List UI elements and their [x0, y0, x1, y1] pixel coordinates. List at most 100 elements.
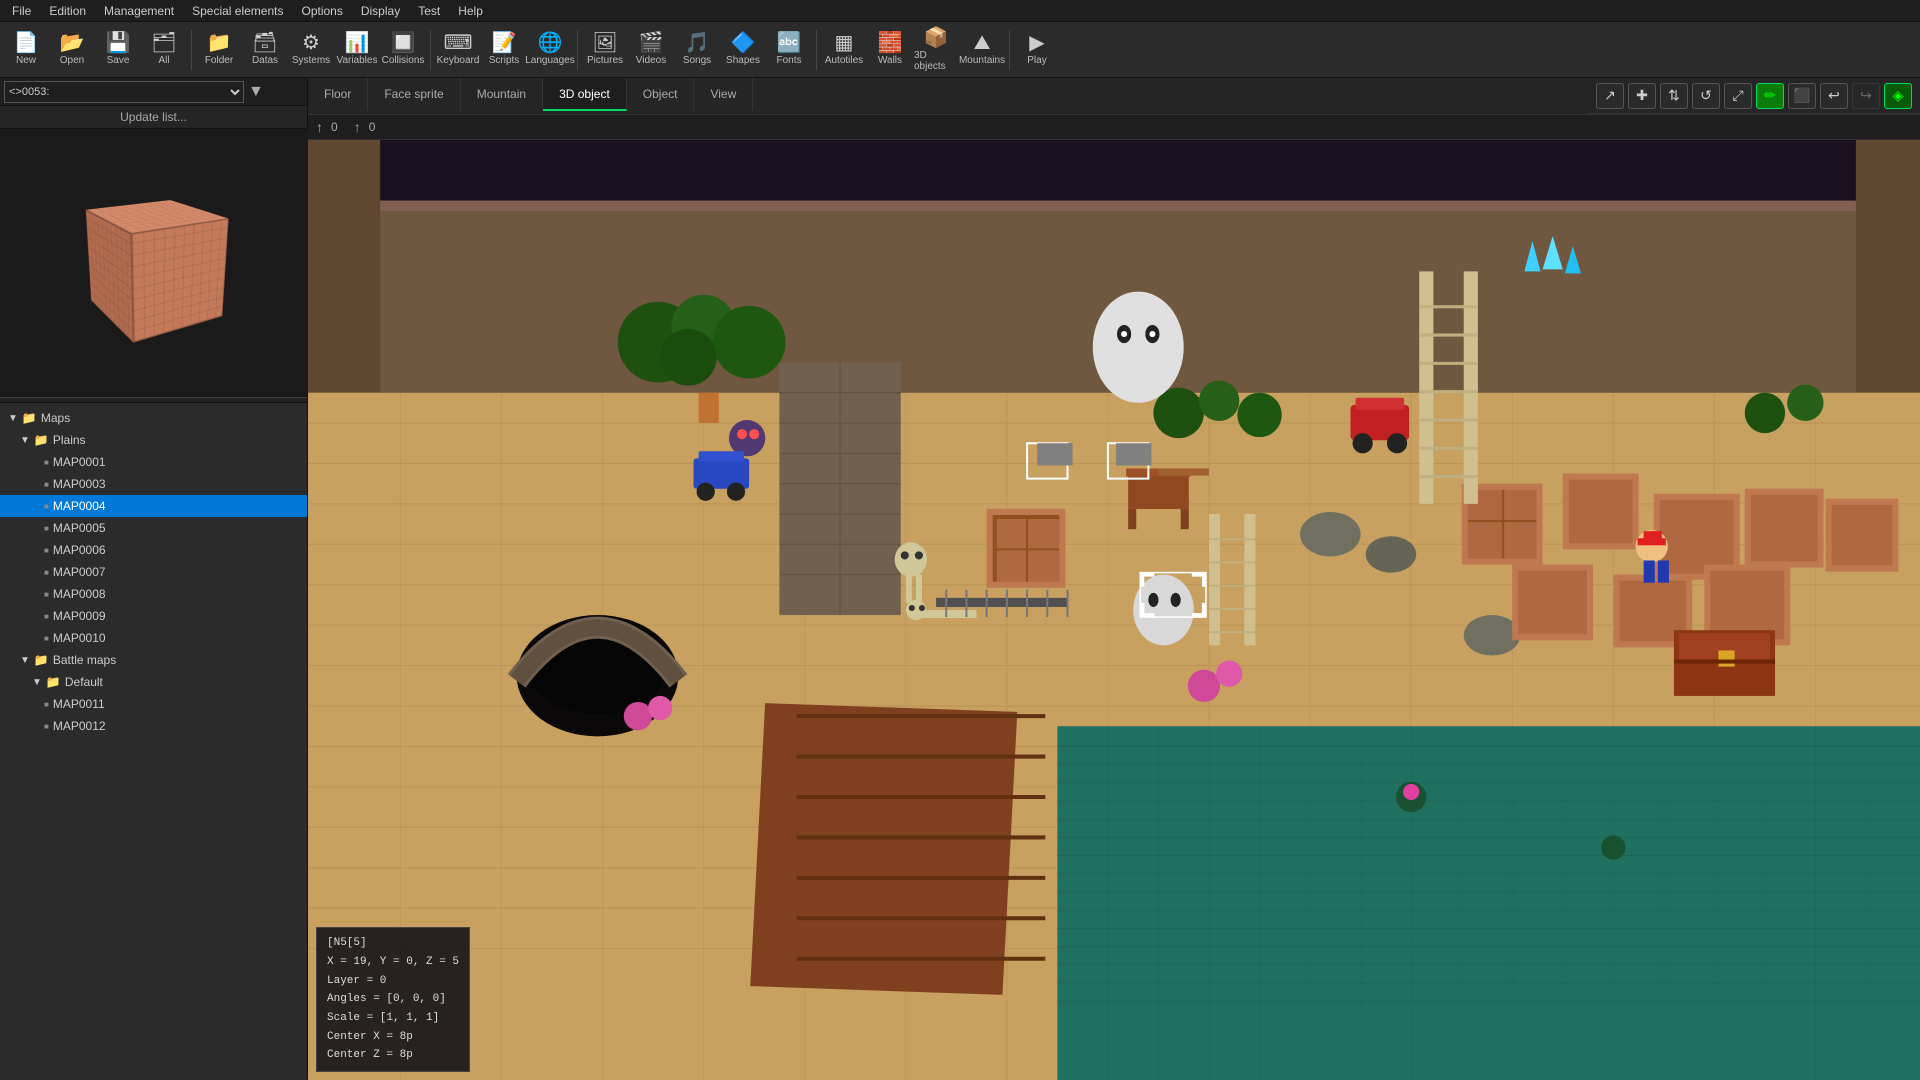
- tree-group-default[interactable]: ▼ 📁 Default: [0, 671, 307, 693]
- tree-item-map0010[interactable]: ■ MAP0010: [0, 627, 307, 649]
- tree-item-map0008[interactable]: ■ MAP0008: [0, 583, 307, 605]
- battle-folder-icon: 📁: [34, 653, 49, 667]
- sep2: [430, 30, 431, 70]
- tab-face-sprite[interactable]: Face sprite: [368, 78, 460, 110]
- autotiles-button[interactable]: ▦ Autotiles: [822, 25, 866, 75]
- all-label: All: [158, 55, 169, 66]
- tree-root-maps[interactable]: ▼ 📁 Maps: [0, 407, 307, 429]
- walls-button[interactable]: 🧱 Walls: [868, 25, 912, 75]
- map-icon-0012: ■: [44, 722, 49, 731]
- map-selector-bar: <>0053: ▼: [0, 78, 307, 106]
- map-dropdown-arrow[interactable]: ▼: [248, 83, 264, 101]
- coord-arrow-x: ↑: [316, 119, 323, 135]
- tree-group-battle[interactable]: ▼ 📁 Battle maps: [0, 649, 307, 671]
- tree-item-map0009[interactable]: ■ MAP0009: [0, 605, 307, 627]
- datas-button[interactable]: 🗃 Datas: [243, 25, 287, 75]
- draw-tool-button[interactable]: ✏: [1756, 83, 1784, 109]
- pictures-button[interactable]: 🖼 Pictures: [583, 25, 627, 75]
- new-label: New: [16, 55, 36, 66]
- cursor-tool-button[interactable]: ↗: [1596, 83, 1624, 109]
- update-list-button[interactable]: Update list...: [0, 106, 307, 129]
- fonts-label: Fonts: [776, 55, 801, 66]
- add-tool-button[interactable]: ✚: [1628, 83, 1656, 109]
- new-button[interactable]: 📄 New: [4, 25, 48, 75]
- coord-y-value: 0: [369, 120, 376, 134]
- map-viewport[interactable]: [N5[5] X = 19, Y = 0, Z = 5 Layer = 0 An…: [308, 140, 1920, 1080]
- open-icon: 📂: [60, 33, 85, 53]
- menu-edition[interactable]: Edition: [41, 2, 94, 20]
- keyboard-button[interactable]: ⌨ Keyboard: [436, 25, 480, 75]
- tab-mountain[interactable]: Mountain: [461, 78, 543, 110]
- map-icon-0011: ■: [44, 700, 49, 709]
- play-button[interactable]: ▶ Play: [1015, 25, 1059, 75]
- all-button[interactable]: 🗂 All: [142, 25, 186, 75]
- undo-button[interactable]: ↩: [1820, 83, 1848, 109]
- status-line5: Scale = [1, 1, 1]: [327, 1009, 459, 1028]
- save-button[interactable]: 💾 Save: [96, 25, 140, 75]
- autotiles-label: Autotiles: [825, 55, 863, 66]
- menu-options[interactable]: Options: [293, 2, 350, 20]
- right-panel: Floor Face sprite Mountain 3D object Obj…: [308, 78, 1920, 1080]
- left-panel: <>0053: ▼ Update list...: [0, 78, 308, 1080]
- tree-item-map0001[interactable]: ■ MAP0001: [0, 451, 307, 473]
- fonts-button[interactable]: 🔤 Fonts: [767, 25, 811, 75]
- 3dobjects-button[interactable]: 📦 3D objects: [914, 25, 958, 75]
- tree-item-map0003[interactable]: ■ MAP0003: [0, 473, 307, 495]
- songs-button[interactable]: 🎵 Songs: [675, 25, 719, 75]
- map0009-label: MAP0009: [53, 609, 106, 623]
- status-overlay: [N5[5] X = 19, Y = 0, Z = 5 Layer = 0 An…: [316, 927, 470, 1072]
- scale-tool-button[interactable]: ⤢: [1724, 83, 1752, 109]
- tab-object[interactable]: Object: [627, 78, 695, 110]
- tree-group-plains[interactable]: ▼ 📁 Plains: [0, 429, 307, 451]
- map-icon-0008: ■: [44, 590, 49, 599]
- redo-icon: ↪: [1860, 87, 1872, 104]
- map-scene-svg: [308, 140, 1920, 1080]
- pictures-icon: 🖼: [592, 33, 617, 53]
- collisions-button[interactable]: 🔲 Collisions: [381, 25, 425, 75]
- tab-view[interactable]: View: [694, 78, 753, 110]
- tree-item-map0004[interactable]: ■ MAP0004: [0, 495, 307, 517]
- collisions-label: Collisions: [382, 55, 425, 66]
- tree-item-map0012[interactable]: ■ MAP0012: [0, 715, 307, 737]
- menu-test[interactable]: Test: [410, 2, 448, 20]
- map-icon-0010: ■: [44, 634, 49, 643]
- map-icon-0003: ■: [44, 480, 49, 489]
- rotate-tool-button[interactable]: ↺: [1692, 83, 1720, 109]
- special-button[interactable]: ◈: [1884, 83, 1912, 109]
- videos-button[interactable]: 🎬 Videos: [629, 25, 673, 75]
- redo-button[interactable]: ↪: [1852, 83, 1880, 109]
- mountains-button[interactable]: ⛰ Mountains: [960, 25, 1004, 75]
- variables-button[interactable]: 📊 Variables: [335, 25, 379, 75]
- menu-management[interactable]: Management: [96, 2, 182, 20]
- map-icon-0001: ■: [44, 458, 49, 467]
- menu-file[interactable]: File: [4, 2, 39, 20]
- menu-help[interactable]: Help: [450, 2, 491, 20]
- tree-item-map0005[interactable]: ■ MAP0005: [0, 517, 307, 539]
- shapes-button[interactable]: 🔷 Shapes: [721, 25, 765, 75]
- map-dropdown[interactable]: <>0053:: [4, 81, 244, 103]
- scripts-button[interactable]: 📝 Scripts: [482, 25, 526, 75]
- tree-item-map0011[interactable]: ■ MAP0011: [0, 693, 307, 715]
- tree-item-map0007[interactable]: ■ MAP0007: [0, 561, 307, 583]
- languages-button[interactable]: 🌐 Languages: [528, 25, 572, 75]
- undo-icon: ↩: [1828, 87, 1840, 104]
- transform-tool-button[interactable]: ⇅: [1660, 83, 1688, 109]
- mountains-label: Mountains: [959, 55, 1005, 66]
- menu-display[interactable]: Display: [353, 2, 408, 20]
- rect-tool-button[interactable]: ⬛: [1788, 83, 1816, 109]
- shapes-label: Shapes: [726, 55, 760, 66]
- menu-special-elements[interactable]: Special elements: [184, 2, 291, 20]
- tree-item-map0006[interactable]: ■ MAP0006: [0, 539, 307, 561]
- tab-3d-object[interactable]: 3D object: [543, 79, 627, 111]
- collisions-icon: 🔲: [391, 33, 416, 53]
- status-line4: Angles = [0, 0, 0]: [327, 990, 459, 1009]
- tab-floor[interactable]: Floor: [308, 78, 368, 110]
- map-icon-0004: ■: [44, 502, 49, 511]
- cursor-icon: ↗: [1604, 87, 1616, 104]
- open-button[interactable]: 📂 Open: [50, 25, 94, 75]
- expand-plains-icon: ▼: [20, 435, 30, 446]
- expand-battle-icon: ▼: [20, 655, 30, 666]
- sep1: [191, 30, 192, 70]
- systems-button[interactable]: ⚙ Systems: [289, 25, 333, 75]
- folder-button[interactable]: 📁 Folder: [197, 25, 241, 75]
